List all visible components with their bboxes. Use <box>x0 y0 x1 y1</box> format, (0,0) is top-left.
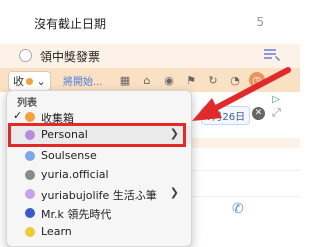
annotation-arrow-icon <box>192 67 291 121</box>
